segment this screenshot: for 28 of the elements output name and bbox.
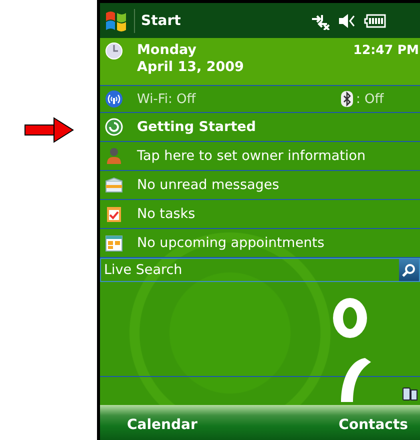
getting-started-icon bbox=[105, 118, 123, 136]
search-icon bbox=[402, 263, 416, 277]
calendar-softkey[interactable]: Calendar bbox=[127, 416, 198, 432]
item-label[interactable]: No unread messages bbox=[137, 177, 280, 193]
windows-logo-icon[interactable] bbox=[104, 8, 128, 32]
phone-icon[interactable] bbox=[402, 386, 418, 402]
item-label[interactable]: No upcoming appointments bbox=[137, 235, 324, 251]
bluetooth-icon[interactable] bbox=[341, 91, 353, 107]
battery-icon[interactable] bbox=[364, 14, 386, 28]
time-text: 12:47 PM bbox=[353, 42, 419, 57]
wifi-status[interactable]: Wi-Fi: Off bbox=[137, 92, 327, 106]
calendar-icon bbox=[105, 234, 123, 252]
search-button[interactable] bbox=[399, 259, 419, 281]
contacts-softkey[interactable]: Contacts bbox=[338, 416, 408, 432]
item-label[interactable]: Tap here to set owner information bbox=[137, 148, 366, 164]
date-text: April 13, 2009 bbox=[137, 59, 245, 76]
item-label[interactable]: Getting Started bbox=[137, 119, 256, 135]
search-field[interactable]: Live Search bbox=[100, 258, 420, 282]
item-label[interactable]: No tasks bbox=[137, 206, 196, 222]
arrow-icon bbox=[24, 117, 74, 143]
wifi-icon[interactable] bbox=[105, 90, 123, 108]
clock-icon bbox=[105, 42, 123, 60]
person-icon bbox=[105, 147, 123, 165]
day-text: Monday bbox=[137, 42, 198, 59]
clipboard-icon bbox=[105, 205, 123, 223]
bluetooth-status[interactable]: : Off bbox=[356, 92, 384, 106]
speaker-icon[interactable] bbox=[338, 12, 356, 28]
envelope-icon bbox=[105, 176, 123, 194]
